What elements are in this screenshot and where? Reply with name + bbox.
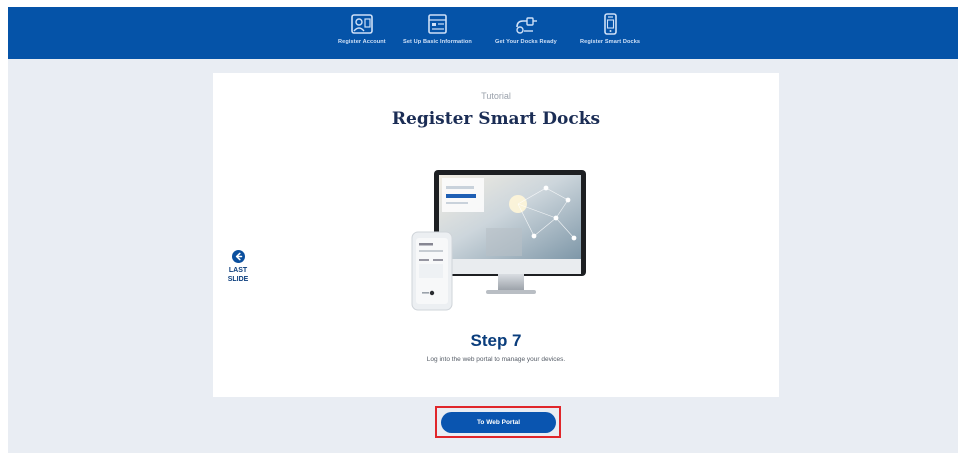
- step-title: Step 7: [470, 331, 522, 350]
- smart-dock-phone-icon: [604, 13, 617, 35]
- step-navigation: Register Account Set Up Basic Informatio…: [8, 7, 958, 59]
- monitor-base: [486, 290, 536, 294]
- app-frame: Register Account Set Up Basic Informatio…: [8, 7, 958, 453]
- tutorial-title: Register Smart Docks: [391, 109, 601, 129]
- top-progress-bar: Register Account Set Up Basic Informatio…: [8, 7, 958, 59]
- monitor-stand: [498, 274, 524, 290]
- nav-step-label: Register Smart Docks: [580, 39, 641, 45]
- nav-step-label: Get Your Docks Ready: [495, 39, 557, 45]
- nav-step-docks-ready[interactable]: Get Your Docks Ready: [495, 13, 557, 57]
- web-portal-illustration: [411, 170, 586, 311]
- nav-step-label: Set Up Basic Information: [403, 39, 472, 45]
- last-slide-button[interactable]: LAST SLIDE: [223, 250, 253, 284]
- last-slide-label-line2: SLIDE: [227, 276, 249, 283]
- basic-info-form-icon: [428, 14, 448, 34]
- nav-step-basic-info[interactable]: Set Up Basic Information: [403, 13, 472, 57]
- step-description: Log into the web portal to manage your d…: [426, 356, 566, 363]
- nav-step-register-account[interactable]: Register Account: [338, 13, 386, 57]
- tutorial-card: Tutorial Register Smart Docks Step 7 Log…: [213, 73, 779, 397]
- last-slide-label-line1: LAST: [228, 267, 248, 274]
- nav-step-label: Register Account: [338, 39, 386, 45]
- docks-ready-icon: [516, 17, 537, 34]
- arrow-left-circle-icon: [231, 250, 245, 263]
- account-register-icon: [351, 14, 373, 34]
- monitor-chin: [439, 259, 581, 274]
- nav-step-register-smart-docks[interactable]: Register Smart Docks: [580, 13, 640, 57]
- tutorial-subtitle: Tutorial: [481, 91, 511, 101]
- to-web-portal-button[interactable]: To Web Portal: [441, 412, 556, 433]
